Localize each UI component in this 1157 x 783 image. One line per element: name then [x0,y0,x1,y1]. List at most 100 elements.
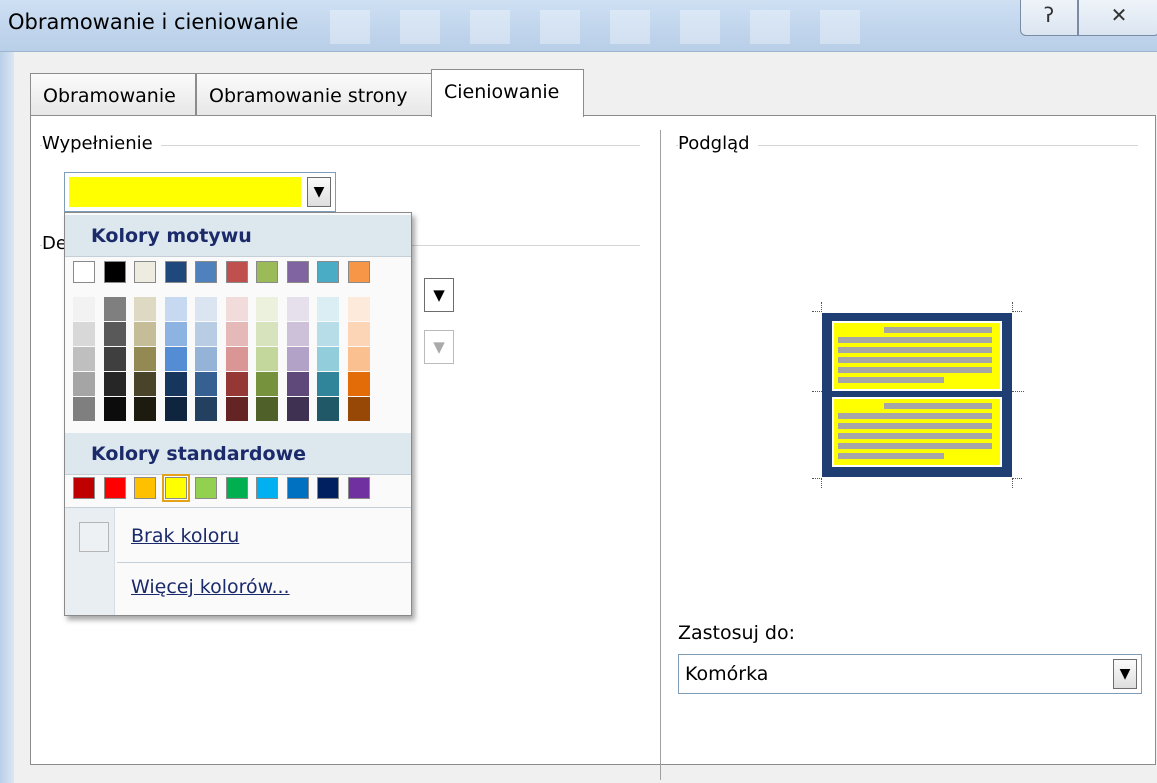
theme-shade-swatch[interactable] [164,397,187,421]
apply-to-label: Zastosuj do: [678,622,795,644]
tab-cieniowanie[interactable]: Cieniowanie [431,69,584,117]
theme-shade-swatch[interactable] [225,347,248,371]
preview-text-line [884,327,992,333]
theme-shade-swatch[interactable] [195,322,217,346]
theme-shade-swatch[interactable] [286,397,309,421]
theme-shade-swatch[interactable] [347,397,370,421]
theme-shade-swatch[interactable] [164,297,187,321]
corner-mark [1012,388,1024,392]
preview-table [822,313,1012,477]
panel-divider [660,130,661,780]
standard-color-swatch[interactable] [134,477,156,499]
theme-color-swatch[interactable] [347,261,370,283]
color-picker-popup: Kolory motywu Kolory standardowe Brak ko… [64,212,412,616]
chevron-down-icon[interactable]: ▼ [307,177,331,207]
tab-obramowanie[interactable]: Obramowanie [30,73,196,117]
no-color-item[interactable]: Brak koloru [65,515,411,561]
pattern-style-dropdown[interactable]: ▼ [424,278,454,312]
standard-color-swatch[interactable] [347,477,370,499]
theme-shade-swatch[interactable] [256,297,278,321]
theme-shade-swatch[interactable] [195,297,217,321]
theme-shade-swatch[interactable] [256,397,278,421]
theme-shade-swatch[interactable] [73,347,95,371]
fill-color-combo[interactable]: ▼ [64,172,336,212]
chevron-down-icon[interactable]: ▼ [1113,659,1137,689]
theme-shade-swatch[interactable] [134,347,156,371]
popup-separator [117,562,411,563]
theme-shade-swatch[interactable] [317,297,339,321]
standard-color-swatch[interactable] [317,477,339,499]
theme-shade-swatch[interactable] [164,372,187,396]
theme-shade-swatch[interactable] [286,322,309,346]
theme-shade-swatch[interactable] [286,297,309,321]
corner-mark [812,478,822,488]
theme-shade-swatch[interactable] [73,297,95,321]
theme-shade-swatch[interactable] [256,322,278,346]
preview-group-label: Podgląd [678,133,758,154]
theme-shade-swatch[interactable] [286,372,309,396]
theme-shade-swatch[interactable] [225,297,248,321]
standard-color-swatch[interactable] [195,477,217,499]
standard-color-swatch[interactable] [225,477,248,499]
theme-color-swatch[interactable] [195,261,217,283]
theme-shade-swatch[interactable] [103,297,126,321]
theme-shade-swatch[interactable] [317,347,339,371]
more-colors-text: Więcej kolorów... [131,576,290,598]
theme-shade-swatch[interactable] [256,372,278,396]
theme-shade-swatch[interactable] [347,347,370,371]
theme-shade-swatch[interactable] [164,347,187,371]
theme-color-swatch[interactable] [73,261,95,283]
preview-text-line [838,367,992,373]
standard-color-swatch[interactable] [103,477,126,499]
theme-shade-swatch[interactable] [317,322,339,346]
help-button[interactable]: ʔ [1020,0,1078,36]
theme-shade-swatch[interactable] [347,372,370,396]
standard-color-swatch[interactable] [161,474,190,502]
theme-shade-swatch[interactable] [103,372,126,396]
theme-shade-swatch[interactable] [134,322,156,346]
theme-shade-swatch[interactable] [286,347,309,371]
apply-to-select[interactable]: Komórka ▼ [678,654,1142,694]
more-colors-item[interactable]: Więcej kolorów... [65,565,411,611]
theme-shade-swatch[interactable] [103,322,126,346]
theme-color-swatch[interactable] [225,261,248,283]
theme-shade-swatch[interactable] [317,397,339,421]
theme-color-swatch[interactable] [134,261,156,283]
title-bar: Obramowanie i cieniowanie ʔ ✕ [0,0,1157,52]
preview-text-line [884,403,992,409]
theme-color-swatch[interactable] [256,261,278,283]
no-color-swatch [79,522,109,552]
theme-shade-swatch[interactable] [73,322,95,346]
theme-shade-swatch[interactable] [347,297,370,321]
theme-shade-swatch[interactable] [103,347,126,371]
theme-shade-swatch[interactable] [103,397,126,421]
tab-obramowanie-strony[interactable]: Obramowanie strony [196,73,432,117]
standard-color-swatch[interactable] [73,477,95,499]
theme-shade-swatch[interactable] [225,372,248,396]
theme-shade-swatch[interactable] [134,397,156,421]
theme-shade-swatch[interactable] [225,322,248,346]
theme-color-swatch[interactable] [286,261,309,283]
close-button[interactable]: ✕ [1078,0,1157,36]
theme-color-swatch[interactable] [164,261,187,283]
standard-colors-header: Kolory standardowe [65,433,411,475]
theme-shade-swatch[interactable] [164,322,187,346]
theme-shade-swatch[interactable] [134,297,156,321]
theme-shade-swatch[interactable] [195,347,217,371]
theme-color-swatch[interactable] [103,261,126,283]
theme-shade-swatch[interactable] [256,347,278,371]
theme-shade-swatch[interactable] [347,322,370,346]
corner-mark [1012,478,1022,488]
theme-shade-swatch[interactable] [73,372,95,396]
theme-shade-swatch[interactable] [317,372,339,396]
theme-color-swatch[interactable] [317,261,339,283]
theme-shade-swatch[interactable] [73,397,95,421]
standard-color-swatch[interactable] [256,477,278,499]
theme-shade-swatch[interactable] [225,397,248,421]
theme-shade-swatch[interactable] [134,372,156,396]
title-bar-decoration [330,10,890,44]
corner-mark [1012,302,1022,312]
standard-color-swatch[interactable] [286,477,309,499]
theme-shade-swatch[interactable] [195,372,217,396]
theme-shade-swatch[interactable] [195,397,217,421]
